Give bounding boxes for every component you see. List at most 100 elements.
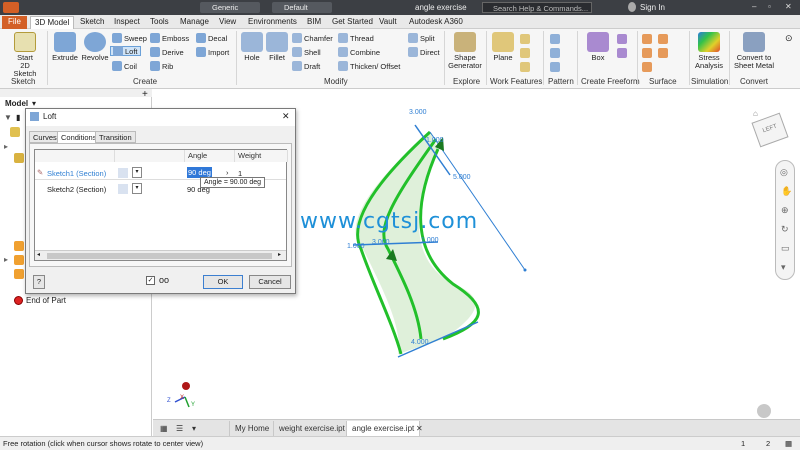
thicken-offset-button[interactable]: Thicken/ Offset xyxy=(338,61,400,71)
browser-dropdown-icon[interactable]: ▾ xyxy=(32,99,36,108)
trim-icon[interactable] xyxy=(658,34,668,44)
zoom-icon[interactable]: ⊕ xyxy=(781,205,789,216)
fillet-button[interactable]: Fillet xyxy=(264,32,290,62)
tab-menu-icon[interactable]: ☰ xyxy=(171,421,188,436)
material-dropdown[interactable]: Generic xyxy=(200,2,260,13)
browser-title[interactable]: Model xyxy=(5,99,28,108)
appearance-dropdown[interactable]: Default xyxy=(272,2,332,13)
tab-vault[interactable]: Vault xyxy=(375,16,401,29)
app-icon[interactable] xyxy=(3,2,19,13)
shape-generator-button[interactable]: Shape Generator xyxy=(446,32,484,70)
horizontal-scrollbar[interactable]: ◂ ▸ xyxy=(35,250,286,260)
draft-button[interactable]: Draft xyxy=(292,61,320,71)
dimension-label[interactable]: 3.000 xyxy=(372,239,390,246)
status-grid-icon[interactable]: ▦ xyxy=(785,437,792,450)
loft-button[interactable]: Loft xyxy=(110,46,141,56)
emboss-button[interactable]: Emboss xyxy=(150,33,189,43)
preview-checkbox[interactable]: ✓ xyxy=(146,276,155,285)
user-icon[interactable] xyxy=(628,2,636,12)
revolve-button[interactable]: Revolve xyxy=(80,32,110,62)
tab-my-home[interactable]: My Home xyxy=(229,421,274,436)
tab-manage[interactable]: Manage xyxy=(176,16,213,29)
work-point-icon[interactable] xyxy=(520,48,530,58)
scroll-right-icon[interactable]: ▸ xyxy=(278,251,281,258)
browser-add-icon[interactable]: + xyxy=(142,89,148,100)
dimension-label[interactable]: 5.000 xyxy=(453,174,471,181)
close-icon[interactable]: ✕ xyxy=(785,2,792,11)
dimension-label[interactable]: 1.000 xyxy=(421,237,439,244)
expand-icon[interactable]: ▸ xyxy=(4,255,8,264)
look-at-icon[interactable]: ▭ xyxy=(781,243,790,254)
help-button[interactable]: ? xyxy=(33,275,45,289)
tab-get-started[interactable]: Get Started xyxy=(328,16,377,29)
tab-sketch[interactable]: Sketch xyxy=(76,16,108,29)
maximize-icon[interactable]: ▫ xyxy=(768,2,771,11)
work-axis-icon[interactable] xyxy=(520,34,530,44)
sign-in-link[interactable]: Sign In xyxy=(640,3,665,12)
cancel-button[interactable]: Cancel xyxy=(249,275,291,289)
thread-button[interactable]: Thread xyxy=(338,33,374,43)
tab-curves[interactable]: Curves xyxy=(29,131,61,143)
filter-icon[interactable]: ▼ xyxy=(4,113,12,122)
search-input[interactable]: Search Help & Commands... xyxy=(482,2,592,13)
combine-button[interactable]: Combine xyxy=(338,47,380,57)
dimension-label[interactable]: 1.000 xyxy=(347,243,365,250)
decal-button[interactable]: Decal xyxy=(196,33,227,43)
rib-button[interactable]: Rib xyxy=(150,61,173,71)
tab-file[interactable]: File xyxy=(2,16,27,29)
steering-wheel-icon[interactable]: ◎ xyxy=(780,167,788,178)
sculpt-icon[interactable] xyxy=(642,62,652,72)
dimension-label[interactable]: 3.000 xyxy=(409,109,427,116)
scroll-left-icon[interactable]: ◂ xyxy=(37,251,40,258)
tab-angle-exercise[interactable]: angle exercise.ipt xyxy=(346,421,421,436)
shell-button[interactable]: Shell xyxy=(292,47,321,57)
tab-tools[interactable]: Tools xyxy=(146,16,173,29)
patch-icon[interactable] xyxy=(642,48,652,58)
dimension-label[interactable]: 4.000 xyxy=(411,339,429,346)
condition-dropdown[interactable]: ▾ xyxy=(132,167,142,178)
tab-weight-exercise[interactable]: weight exercise.ipt xyxy=(273,421,350,436)
import-button[interactable]: Import xyxy=(196,47,229,57)
tab-list-icon[interactable]: ▾ xyxy=(187,421,201,436)
split-button[interactable]: Split xyxy=(408,33,435,43)
home-view-icon[interactable]: ⌂ xyxy=(753,109,758,118)
dialog-titlebar[interactable]: Loft ✕ xyxy=(26,109,295,126)
freeform-cylinder-icon[interactable] xyxy=(617,48,627,58)
dimension-label[interactable]: 1.000 xyxy=(426,137,444,144)
sweep-button[interactable]: Sweep xyxy=(112,33,147,43)
orbit-icon[interactable]: ↻ xyxy=(781,224,789,235)
pan-icon[interactable]: ✋ xyxy=(781,186,792,197)
scrollbar-thumb[interactable] xyxy=(47,253,272,259)
expand-icon[interactable]: ▸ xyxy=(4,142,8,151)
tab-bim[interactable]: BIM xyxy=(303,16,325,29)
tab-environments[interactable]: Environments xyxy=(244,16,301,29)
minimize-icon[interactable]: – xyxy=(752,2,756,11)
condition-dropdown[interactable]: ▾ xyxy=(132,183,142,194)
plane-button[interactable]: Plane xyxy=(490,32,516,62)
ucs-icon[interactable] xyxy=(520,62,530,72)
start-2d-sketch-button[interactable]: Start 2D Sketch xyxy=(8,32,42,78)
stitch-icon[interactable] xyxy=(642,34,652,44)
derive-button[interactable]: Derive xyxy=(150,47,184,57)
stress-analysis-button[interactable]: Stress Analysis xyxy=(691,32,727,70)
convert-to-sheet-metal-button[interactable]: Convert to Sheet Metal xyxy=(731,32,777,70)
box-freeform-button[interactable]: Box xyxy=(585,32,611,62)
freeform-plane-icon[interactable] xyxy=(617,34,627,44)
tab-autodesk-a360[interactable]: Autodesk A360 xyxy=(405,16,467,29)
mirror-icon[interactable] xyxy=(550,62,560,72)
tab-grid-icon[interactable]: ▦ xyxy=(155,421,173,436)
tab-view[interactable]: View xyxy=(215,16,240,29)
ribbon-options-icon[interactable]: ⊙ xyxy=(785,33,793,44)
end-of-part[interactable]: End of Part xyxy=(26,296,66,305)
hole-button[interactable]: Hole xyxy=(239,32,265,62)
circular-pattern-icon[interactable] xyxy=(550,48,560,58)
tab-3d-model[interactable]: 3D Model xyxy=(30,16,75,29)
navbar-options-icon[interactable]: ▾ xyxy=(781,262,786,273)
rectangular-pattern-icon[interactable] xyxy=(550,34,560,44)
tab-inspect[interactable]: Inspect xyxy=(110,16,144,29)
ok-button[interactable]: OK xyxy=(203,275,243,289)
tab-close-icon[interactable]: ✕ xyxy=(411,421,428,436)
chamfer-button[interactable]: Chamfer xyxy=(292,33,333,43)
tab-transition[interactable]: Transition xyxy=(95,131,136,143)
extrude-button[interactable]: Extrude xyxy=(50,32,80,62)
